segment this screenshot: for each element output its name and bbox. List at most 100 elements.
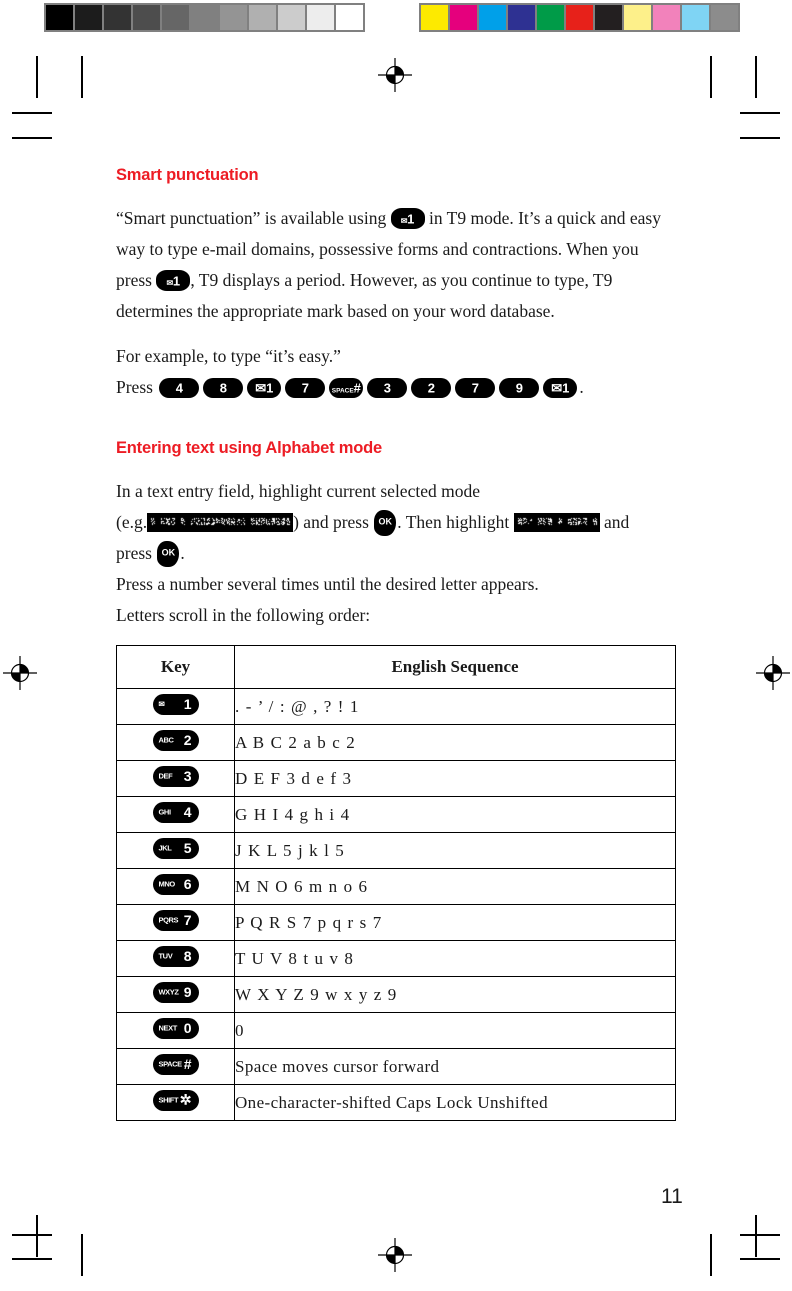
color-swatch — [450, 5, 477, 30]
color-swatch — [624, 5, 651, 30]
lcd-alphabet-option-display — [513, 513, 600, 532]
table-row: GHI 4 G H I 4 g h i 4 — [116, 796, 676, 833]
key-cell: MNO 6 — [116, 868, 235, 905]
table-row: SHIFT ✲ One-character-shifted Caps Lock Un… — [116, 1084, 676, 1121]
press-key-1-icon[interactable]: ✉1 — [247, 378, 282, 398]
crop-mark — [81, 1234, 83, 1276]
crop-mark — [740, 1258, 780, 1260]
key-sublabel: PQRS — [158, 915, 179, 925]
sequence-cell: J K L 5 j k l 5 — [234, 832, 676, 869]
press-key-3-icon[interactable]: 3 — [367, 378, 408, 398]
key-number: 9 — [183, 984, 192, 1000]
key-sublabel: SHIFT — [158, 1095, 179, 1105]
press-key-space-icon[interactable]: SPACE# — [329, 378, 364, 398]
phone-key-1-icon[interactable]: ✉1 — [390, 208, 425, 229]
crop-mark — [36, 1215, 38, 1257]
key-cell: TUV 8 — [116, 940, 235, 977]
registration-target-right — [756, 656, 790, 690]
key-cell: ✉ 1 — [116, 688, 235, 725]
keypad-key-6-icon[interactable]: MNO 6 — [152, 873, 199, 895]
keypad-key-7-icon[interactable]: PQRS 7 — [152, 909, 199, 931]
keypad-key-#-icon[interactable]: SPACE # — [152, 1053, 199, 1075]
phone-key-1-icon[interactable]: ✉1 — [156, 270, 191, 291]
keypad-key-5-icon[interactable]: JKL 5 — [152, 837, 199, 859]
crop-mark — [740, 112, 780, 114]
crop-mark — [12, 1258, 52, 1260]
keypad-key-✲-icon[interactable]: SHIFT ✲ — [152, 1089, 199, 1111]
press-key-2-icon[interactable]: 2 — [411, 378, 452, 398]
keypad-key-1-icon[interactable]: ✉ 1 — [152, 693, 199, 715]
page-content: Smart punctuation “Smart punctuation” is… — [116, 166, 678, 1121]
key-number: 5 — [183, 840, 192, 856]
keypad-key-4-icon[interactable]: GHI 4 — [152, 801, 199, 823]
keypad-key-0-icon[interactable]: NEXT 0 — [152, 1017, 199, 1039]
press-key-9-icon[interactable]: 9 — [499, 378, 540, 398]
key-number: 1 — [183, 696, 192, 712]
color-swatch — [711, 5, 738, 30]
key-cell: ABC 2 — [116, 724, 235, 761]
table-header-row: Key English Sequence — [116, 645, 676, 689]
key-sublabel: NEXT — [158, 1023, 178, 1033]
keypad-key-8-icon[interactable]: TUV 8 — [152, 945, 199, 967]
color-swatch — [595, 5, 622, 30]
grayscale-swatch — [336, 5, 363, 30]
press-key-7-icon[interactable]: 7 — [455, 378, 496, 398]
ok-key-icon[interactable]: OK — [157, 541, 180, 567]
grayscale-step-wedge — [44, 3, 365, 32]
crop-mark — [740, 1234, 780, 1236]
press-key-7-icon[interactable]: 7 — [285, 378, 326, 398]
table-row: ABC 2 A B C 2 a b c 2 — [116, 724, 676, 761]
lcd-mode-indicator-display — [147, 513, 294, 532]
key-sequence-table: Key English Sequence ✉ 1. - ’ / : @ , ? !… — [116, 645, 676, 1121]
press-key-4-icon[interactable]: 4 — [159, 378, 200, 398]
key-sublabel: JKL — [158, 843, 172, 853]
press-key-1-icon[interactable]: ✉1 — [543, 378, 578, 398]
sequence-cell: . - ’ / : @ , ? ! 1 — [234, 688, 676, 725]
table-row: SPACE # Space moves cursor forward — [116, 1048, 676, 1085]
color-swatch — [566, 5, 593, 30]
keypad-key-3-icon[interactable]: DEF 3 — [152, 765, 199, 787]
alphabet-instruction-line-3: press OK. — [116, 538, 678, 569]
column-header-key: Key — [116, 645, 235, 689]
key-number: 7 — [183, 912, 192, 928]
sequence-cell: W X Y Z 9 w x y z 9 — [234, 976, 676, 1013]
grayscale-swatch — [249, 5, 276, 30]
table-row: WXYZ 9 W X Y Z 9 w x y z 9 — [116, 976, 676, 1013]
grayscale-swatch — [46, 5, 73, 30]
color-control-bar — [419, 3, 740, 32]
crop-mark — [755, 56, 757, 98]
keypad-key-9-icon[interactable]: WXYZ 9 — [152, 981, 199, 1003]
sequence-cell: 0 — [234, 1012, 676, 1049]
key-cell: SPACE # — [116, 1048, 235, 1085]
table-row: PQRS 7 P Q R S 7 p q r s 7 — [116, 904, 676, 941]
press-key-8-icon[interactable]: 8 — [203, 378, 244, 398]
key-sublabel: ✉ — [158, 699, 165, 709]
grayscale-swatch — [75, 5, 102, 30]
key-number: 6 — [183, 876, 192, 892]
table-row: MNO 6 M N O 6 m n o 6 — [116, 868, 676, 905]
sequence-cell: D E F 3 d e f 3 — [234, 760, 676, 797]
alphabet-instruction-line-5: Letters scroll in the following order: — [116, 605, 371, 625]
key-number: 3 — [183, 768, 192, 784]
key-cell: WXYZ 9 — [116, 976, 235, 1013]
section-heading-alphabet-mode: Entering text using Alphabet mode — [116, 439, 382, 457]
table-row: TUV 8 T U V 8 t u v 8 — [116, 940, 676, 977]
crop-mark — [710, 1234, 712, 1276]
sequence-cell: G H I 4 g h i 4 — [234, 796, 676, 833]
table-row: NEXT 0 0 — [116, 1012, 676, 1049]
sequence-cell: Space moves cursor forward — [234, 1048, 676, 1085]
grayscale-swatch — [191, 5, 218, 30]
alphabet-instruction-line-4: Press a number several times until the d… — [116, 574, 539, 594]
key-cell: PQRS 7 — [116, 904, 235, 941]
sequence-cell: A B C 2 a b c 2 — [234, 724, 676, 761]
ok-key-icon[interactable]: OK — [374, 510, 397, 536]
page-number: 11 — [661, 1185, 683, 1208]
crop-mark — [12, 137, 52, 139]
sequence-cell: T U V 8 t u v 8 — [234, 940, 676, 977]
keypad-key-2-icon[interactable]: ABC 2 — [152, 729, 199, 751]
key-sublabel: SPACE — [158, 1059, 183, 1069]
key-cell: SHIFT ✲ — [116, 1084, 235, 1121]
grayscale-swatch — [133, 5, 160, 30]
grayscale-swatch — [104, 5, 131, 30]
grayscale-swatch — [220, 5, 247, 30]
